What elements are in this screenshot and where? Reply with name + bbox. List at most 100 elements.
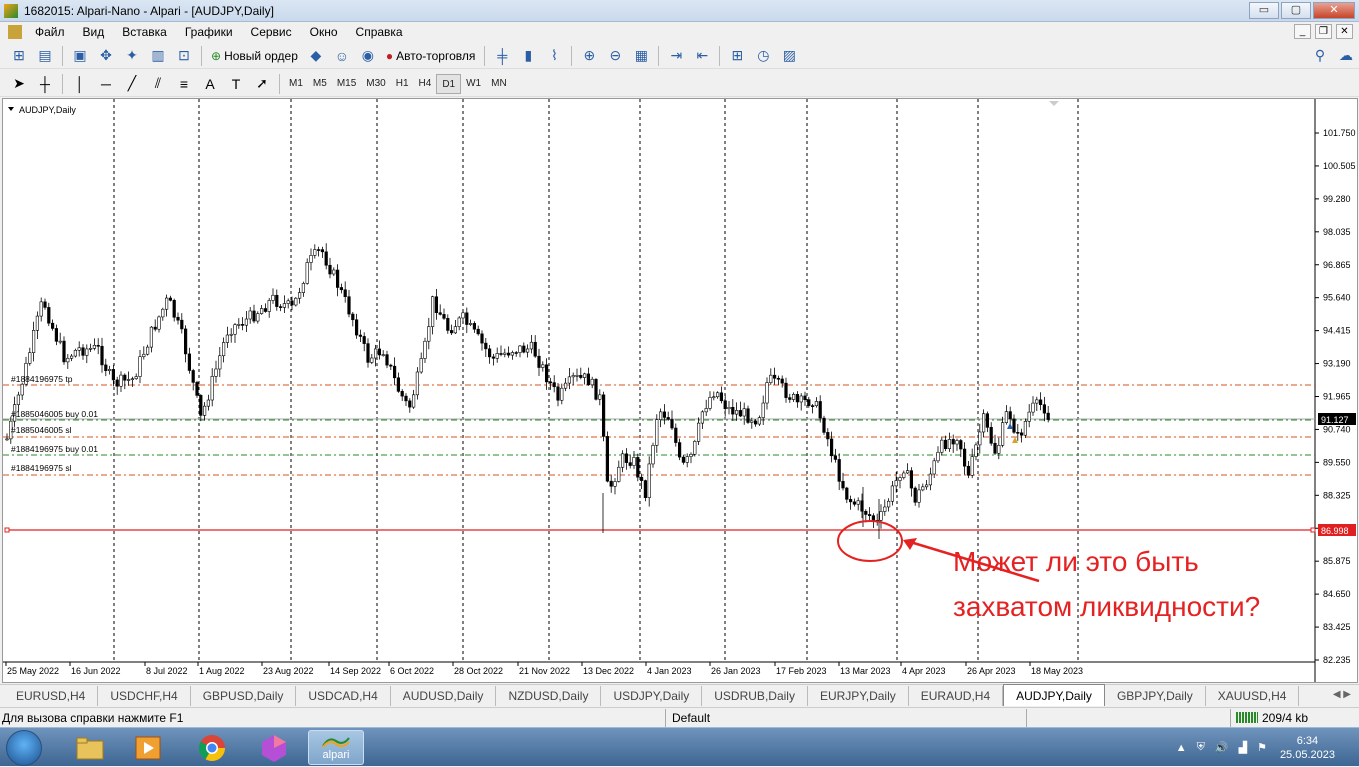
menu-insert[interactable]: Вставка	[113, 25, 176, 39]
strategy-tester-icon[interactable]: ⊡	[173, 46, 195, 66]
tab-usdcad[interactable]: USDCAD,H4	[296, 686, 391, 706]
line-price-label: 86.998	[1321, 526, 1349, 536]
tab-usdjpy[interactable]: USDJPY,Daily	[601, 686, 703, 706]
tab-gbpusd[interactable]: GBPUSD,Daily	[191, 686, 297, 706]
maximize-button[interactable]: ▢	[1281, 2, 1311, 19]
menu-file[interactable]: Файл	[26, 25, 74, 39]
chart-window[interactable]: 101.750 100.505 99.280 98.035 96.865 95.640 94…	[2, 98, 1358, 683]
auto-trading-button[interactable]: ● Авто-торговля	[386, 49, 476, 63]
x-axis-tick-label: 8 Jul 2022	[146, 666, 188, 676]
tab-eurjpy[interactable]: EURJPY,Daily	[808, 686, 909, 706]
timeframe-w1[interactable]: W1	[461, 74, 486, 94]
tray-expand-icon[interactable]: ▲	[1176, 742, 1187, 754]
metaeditor-icon[interactable]: ◆	[305, 46, 327, 66]
zoom-in-icon[interactable]: ⊕	[578, 46, 600, 66]
market-watch-icon[interactable]: ▣	[69, 46, 91, 66]
crosshair-icon[interactable]: ┼	[34, 74, 56, 94]
periods-icon[interactable]: ◷	[752, 46, 774, 66]
autoscroll-icon[interactable]: ⇥	[665, 46, 687, 66]
tab-eurusd[interactable]: EURUSD,H4	[4, 686, 99, 706]
tab-nzdusd[interactable]: NZDUSD,Daily	[496, 686, 602, 706]
media-player-taskbar-icon[interactable]	[120, 730, 176, 765]
new-chart-icon[interactable]: ⊞	[8, 46, 30, 66]
menu-window[interactable]: Окно	[301, 25, 347, 39]
navigator-icon[interactable]: ✦	[121, 46, 143, 66]
candle	[381, 350, 385, 357]
data-window-icon[interactable]: ✥	[95, 46, 117, 66]
cursor-icon[interactable]: ➤	[8, 74, 30, 94]
menu-view[interactable]: Вид	[74, 25, 114, 39]
close-button[interactable]: ✕	[1313, 2, 1355, 19]
vertical-line-icon[interactable]: │	[69, 74, 91, 94]
bar-chart-icon[interactable]: ╪	[491, 46, 513, 66]
timeframe-m1[interactable]: M1	[284, 74, 308, 94]
chat-icon[interactable]: ☁	[1335, 46, 1357, 66]
start-button[interactable]	[6, 730, 42, 766]
mdi-minimize-button[interactable]: _	[1294, 24, 1311, 39]
candle	[54, 324, 58, 346]
timeframe-m5[interactable]: M5	[308, 74, 332, 94]
profiles-icon[interactable]: ▤	[34, 46, 56, 66]
timeframe-h4[interactable]: H4	[414, 74, 437, 94]
candle	[791, 392, 796, 402]
candle	[400, 389, 404, 401]
app-hexagon-taskbar-icon[interactable]	[246, 730, 302, 765]
templates-icon[interactable]: ▨	[778, 46, 800, 66]
arrows-icon[interactable]: ➚	[251, 74, 273, 94]
search-icon[interactable]: ⚲	[1309, 46, 1331, 66]
candle	[951, 434, 955, 453]
candle	[579, 367, 583, 380]
menu-tools[interactable]: Сервис	[242, 25, 301, 39]
equidistant-channel-icon[interactable]: ⫽	[147, 74, 169, 94]
chart-shift-marker	[1049, 101, 1059, 106]
candle	[77, 341, 81, 357]
timeframe-mn[interactable]: MN	[486, 74, 512, 94]
tray-audio-icon[interactable]: 🔊	[1215, 741, 1229, 754]
trendline-icon[interactable]: ╱	[121, 74, 143, 94]
chart-shift-icon[interactable]: ⇤	[691, 46, 713, 66]
tab-audjpy[interactable]: AUDJPY,Daily	[1003, 684, 1105, 706]
fibonacci-icon[interactable]: ≡	[173, 74, 195, 94]
candle	[799, 393, 803, 411]
text-label-icon[interactable]: T	[225, 74, 247, 94]
tile-windows-icon[interactable]: ▦	[630, 46, 652, 66]
signals-icon[interactable]: ◉	[357, 46, 379, 66]
new-order-button[interactable]: ⊕ Новый ордер	[211, 49, 298, 63]
timeframe-m30[interactable]: M30	[361, 74, 390, 94]
tab-audusd[interactable]: AUDUSD,Daily	[391, 686, 497, 706]
order-label-sl-2: #1884196975 sl	[11, 463, 72, 473]
horizontal-line-icon[interactable]: ─	[95, 74, 117, 94]
tray-flag-icon[interactable]: ⚑	[1257, 741, 1267, 754]
y-axis-tick-label: 83.425	[1323, 622, 1351, 632]
tray-security-icon[interactable]: ⛨	[1197, 741, 1205, 754]
chrome-taskbar-icon[interactable]	[184, 730, 240, 765]
tab-xauusd[interactable]: XAUUSD,H4	[1206, 686, 1300, 706]
explorer-taskbar-icon[interactable]	[62, 730, 118, 765]
menu-charts[interactable]: Графики	[176, 25, 242, 39]
tab-scroll-arrows[interactable]: ◀ ▶	[1333, 689, 1351, 700]
tab-gbpjpy[interactable]: GBPJPY,Daily	[1105, 686, 1206, 706]
tab-usdrub[interactable]: USDRUB,Daily	[702, 686, 808, 706]
tray-network-icon[interactable]: ▟	[1239, 741, 1247, 754]
tab-euraud[interactable]: EURAUD,H4	[909, 686, 1004, 706]
timeframe-d1[interactable]: D1	[436, 73, 462, 94]
indicators-icon[interactable]: ⊞	[726, 46, 748, 66]
line-chart-icon[interactable]: ⌇	[543, 46, 565, 66]
candle	[940, 437, 944, 456]
minimize-button[interactable]: ▭	[1249, 2, 1279, 19]
taskbar-clock[interactable]: 6:34 25.05.2023	[1280, 734, 1335, 762]
alpari-taskbar-button[interactable]: alpari	[308, 730, 364, 765]
mdi-close-button[interactable]: ✕	[1336, 24, 1353, 39]
tab-usdchf[interactable]: USDCHF,H4	[98, 686, 191, 706]
zoom-out-icon[interactable]: ⊖	[604, 46, 626, 66]
timeframe-h1[interactable]: H1	[391, 74, 414, 94]
menu-help[interactable]: Справка	[347, 25, 412, 39]
order-label-tp: #1884196975 tp	[11, 374, 73, 384]
mdi-restore-button[interactable]: ❐	[1315, 24, 1332, 39]
text-icon[interactable]: A	[199, 74, 221, 94]
community-icon[interactable]: ☺	[331, 46, 353, 66]
terminal-icon[interactable]: ▥	[147, 46, 169, 66]
timeframe-m15[interactable]: M15	[332, 74, 361, 94]
candlestick-icon[interactable]: ▮	[517, 46, 539, 66]
price-chart[interactable]: 101.750 100.505 99.280 98.035 96.865 95.640 94…	[3, 99, 1357, 682]
